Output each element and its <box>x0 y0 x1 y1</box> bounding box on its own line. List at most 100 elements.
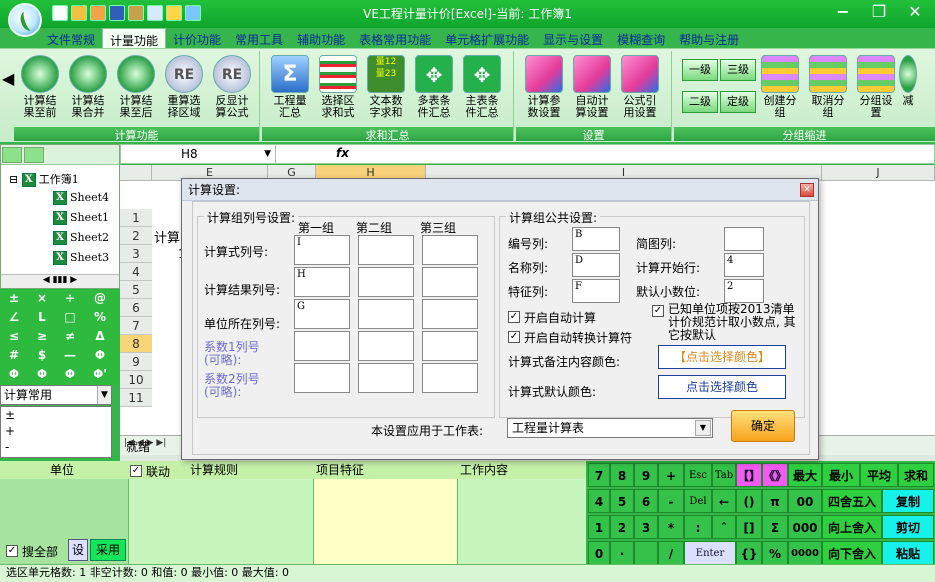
unit-col-group1-input[interactable]: G <box>294 299 350 329</box>
row-header-7[interactable]: 7 <box>120 317 152 335</box>
key[interactable]: 向下舍入 <box>822 541 882 565</box>
key[interactable]: Esc <box>684 463 712 487</box>
minimize-icon[interactable]: − <box>833 2 853 22</box>
create-group-button[interactable]: 创建分 组 <box>758 55 802 119</box>
copy-button[interactable]: 复制 <box>882 489 934 513</box>
symbol-key[interactable]: ∠ <box>0 308 28 326</box>
reduce-button[interactable]: 减 <box>896 55 920 107</box>
symbol-key[interactable]: ± <box>0 289 28 307</box>
sketch-col-input[interactable] <box>724 227 764 251</box>
symbol-key[interactable]: × <box>28 289 56 307</box>
group-settings-button[interactable]: 分组设 置 <box>854 55 898 119</box>
row-header-8[interactable]: 8 <box>120 335 152 353</box>
symbol-key[interactable]: % <box>86 308 114 326</box>
key[interactable]: 7 <box>588 463 610 487</box>
coef1-col-group2-input[interactable] <box>358 331 414 361</box>
tab-pricing[interactable]: 计价功能 <box>166 28 228 50</box>
feature-column[interactable] <box>313 479 457 564</box>
close-icon[interactable]: ✕ <box>800 183 814 197</box>
text-number-sum-button[interactable]: 量12 量23 文本数 字求和 <box>364 55 408 119</box>
tab-measure[interactable]: 计量功能 <box>102 28 167 50</box>
list-item[interactable]: - <box>5 439 111 455</box>
calc-result-back-button[interactable]: 计算结 果至后 <box>114 55 158 119</box>
row-header-10[interactable]: 10 <box>120 371 152 389</box>
ribbon-scroll-left-icon[interactable]: ◀ <box>2 69 14 109</box>
coef2-col-group3-input[interactable] <box>422 363 478 393</box>
coef2-col-group2-input[interactable] <box>358 363 414 393</box>
row-header-9[interactable]: 9 <box>120 353 152 371</box>
select-area-sum-button[interactable]: 选择区 求和式 <box>316 55 360 119</box>
auto-calc-checkbox[interactable]: ✓ 开启自动计算 <box>508 309 596 326</box>
multi-table-summary-button[interactable]: ✥ 多表条 件汇总 <box>412 55 456 119</box>
list-item[interactable]: + <box>5 423 111 439</box>
tree-refresh-icon[interactable] <box>2 147 22 163</box>
key[interactable]: 9 <box>634 463 658 487</box>
formula-col-group1-input[interactable]: I <box>294 235 350 265</box>
cancel-group-button[interactable]: 取消分 组 <box>806 55 850 119</box>
rule-column[interactable] <box>128 479 313 564</box>
tab-display[interactable]: 显示与设置 <box>536 28 610 50</box>
key[interactable]: {} <box>736 541 762 565</box>
link-checkbox[interactable]: ✓ 联动 <box>130 463 170 480</box>
unit-col-group2-input[interactable] <box>358 299 414 329</box>
cell-a2[interactable]: 计算 <box>154 227 180 246</box>
search-all-checkbox[interactable]: ✓ 搜全部 <box>6 543 58 560</box>
key[interactable]: 4 <box>588 489 610 513</box>
key[interactable]: 《》 <box>762 463 788 487</box>
tree-sheet[interactable]: X Sheet4 <box>53 191 109 205</box>
code-col-input[interactable]: B <box>572 227 620 251</box>
key[interactable]: 5 <box>610 489 634 513</box>
symbol-key[interactable]: — <box>56 346 84 364</box>
tree-sheet[interactable]: X Sheet3 <box>53 251 109 265</box>
tree-root[interactable]: ⊟ X 工作簿1 <box>9 171 79 187</box>
key[interactable]: Σ <box>762 515 788 539</box>
tab-cell-ext[interactable]: 单元格扩展功能 <box>438 28 536 50</box>
formula-col-group2-input[interactable] <box>358 235 414 265</box>
feature-col-input[interactable]: F <box>572 279 620 303</box>
key[interactable]: Tab <box>712 463 736 487</box>
key[interactable]: 8 <box>610 463 634 487</box>
key[interactable]: 【】 <box>736 463 762 487</box>
key[interactable]: 2 <box>610 515 634 539</box>
tree-sheet[interactable]: X Sheet1 <box>53 211 109 225</box>
unit-col-group3-input[interactable] <box>422 299 478 329</box>
level-1-button[interactable]: 一级 <box>682 59 718 81</box>
auto-convert-checkbox[interactable]: ✓ 开启自动转换计算符 <box>508 329 632 346</box>
key[interactable]: 求和 <box>898 463 934 487</box>
result-col-group3-input[interactable] <box>422 267 478 297</box>
symbol-key[interactable]: Φ' <box>86 365 114 383</box>
symbol-category-select[interactable]: 计算常用 ▼ <box>0 385 112 405</box>
key[interactable]: 000 <box>788 515 822 539</box>
enter-key[interactable]: Enter <box>684 541 736 565</box>
coef1-col-group1-input[interactable] <box>294 331 350 361</box>
name-col-input[interactable]: D <box>572 253 620 277</box>
ok-button[interactable]: 确定 <box>731 410 795 442</box>
symbol-list[interactable]: ± + - <box>0 406 112 458</box>
key[interactable]: 0 <box>588 541 610 565</box>
symbol-key[interactable]: Δ <box>86 327 114 345</box>
key[interactable]: [] <box>736 515 762 539</box>
select-all-corner[interactable] <box>120 165 152 181</box>
symbol-key[interactable]: ≠ <box>56 327 84 345</box>
recalc-selection-button[interactable]: RE 重算选 择区域 <box>162 55 206 119</box>
known-unit-checkbox[interactable]: ✓ 已知单位项按2013清单计价规范计取小数点, 其它按默认 <box>652 303 800 342</box>
tree-swap-icon[interactable] <box>24 147 44 163</box>
key[interactable]: : <box>684 515 712 539</box>
symbol-key[interactable]: $ <box>28 346 56 364</box>
key[interactable] <box>634 541 658 565</box>
default-color-button[interactable]: 点击选择颜色 <box>658 375 786 399</box>
symbol-key[interactable]: # <box>0 346 28 364</box>
swap-icon[interactable] <box>166 5 182 21</box>
paste-button[interactable]: 粘贴 <box>882 541 934 565</box>
dropdown-icon[interactable] <box>185 5 201 21</box>
tree-sheet[interactable]: X Sheet2 <box>53 231 109 245</box>
key[interactable]: 最大 <box>788 463 822 487</box>
result-col-group1-input[interactable]: H <box>294 267 350 297</box>
symbol-key[interactable]: Φ <box>28 365 56 383</box>
apply-sheet-select[interactable]: 工程量计算表 ▼ <box>507 418 713 438</box>
key[interactable]: 3 <box>634 515 658 539</box>
level-3-button[interactable]: 三级 <box>720 59 756 81</box>
level-2-button[interactable]: 二级 <box>682 91 718 113</box>
chevron-down-icon[interactable]: ▼ <box>264 145 271 163</box>
tab-tools[interactable]: 常用工具 <box>228 28 290 50</box>
